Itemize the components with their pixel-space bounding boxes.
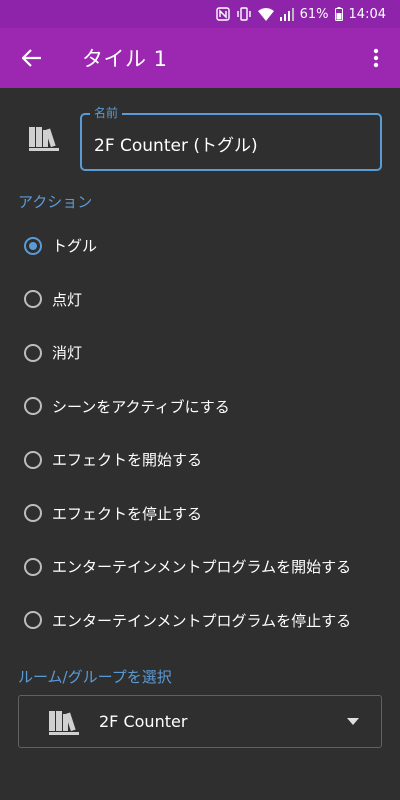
radio-button[interactable] (24, 504, 42, 523)
radio-label: トグル (52, 237, 98, 256)
page-title: タイル 1 (82, 47, 168, 71)
nfc-icon (215, 6, 230, 22)
app-bar: タイル 1 (0, 28, 400, 88)
name-field-value: 2F Counter (トグル) (94, 136, 258, 156)
radio-label: エフェクトを停止する (52, 504, 203, 523)
radio-button[interactable] (24, 450, 42, 469)
radio-label: エンターテインメントプログラムを停止する (52, 611, 352, 630)
radio-option-start-entertainment[interactable]: エンターテインメントプログラムを開始する (0, 540, 400, 594)
radio-option-toggle[interactable]: トグル (0, 219, 400, 273)
radio-label: シーンをアクティブにする (52, 397, 230, 416)
radio-option-stop-effect[interactable]: エフェクトを停止する (0, 487, 400, 541)
more-vert-icon (373, 48, 379, 68)
clock: 14:04 (348, 6, 386, 22)
vibrate-icon (236, 6, 252, 22)
dropdown-selected-value: 2F Counter (99, 712, 188, 731)
status-bar: 61% 14:04 (0, 0, 400, 28)
battery-percent: 61% (299, 6, 329, 22)
radio-label: 点灯 (52, 290, 83, 309)
action-radio-list: トグル 点灯 消灯 シーンをアクティブにする エフェクトを開始する エフェクトを… (0, 219, 400, 647)
radio-label: 消灯 (52, 344, 83, 363)
radio-button[interactable] (24, 236, 42, 255)
books-icon (49, 708, 79, 736)
overflow-menu-button[interactable] (356, 28, 396, 88)
radio-button[interactable] (24, 397, 42, 416)
wifi-icon (257, 6, 274, 22)
name-field[interactable]: 名前 2F Counter (トグル) (80, 105, 382, 171)
room-group-dropdown[interactable]: 2F Counter (18, 695, 382, 748)
screen: 61% 14:04 タイル 1 名前 2F Counter (トグル) アクショ… (0, 0, 400, 800)
signal-icon (279, 6, 294, 22)
radio-button[interactable] (24, 557, 42, 576)
name-field-label: 名前 (90, 105, 123, 121)
radio-label: エンターテインメントプログラムを開始する (52, 558, 352, 577)
radio-button[interactable] (24, 290, 42, 309)
actions-header: アクション (18, 193, 93, 211)
books-icon (24, 122, 64, 158)
back-button[interactable] (4, 28, 60, 88)
radio-option-start-effect[interactable]: エフェクトを開始する (0, 433, 400, 487)
radio-option-on[interactable]: 点灯 (0, 273, 400, 327)
radio-option-activate-scene[interactable]: シーンをアクティブにする (0, 380, 400, 434)
radio-button[interactable] (24, 611, 42, 630)
arrow-left-icon (22, 49, 41, 67)
caret-down-icon (347, 717, 359, 725)
battery-icon (334, 6, 343, 22)
radio-option-off[interactable]: 消灯 (0, 326, 400, 380)
radio-button[interactable] (24, 343, 42, 362)
name-row: 名前 2F Counter (トグル) (0, 100, 400, 180)
radio-label: エフェクトを開始する (52, 451, 203, 470)
radio-option-stop-entertainment[interactable]: エンターテインメントプログラムを停止する (0, 594, 400, 648)
room-group-header: ルーム/グループを選択 (18, 668, 172, 686)
